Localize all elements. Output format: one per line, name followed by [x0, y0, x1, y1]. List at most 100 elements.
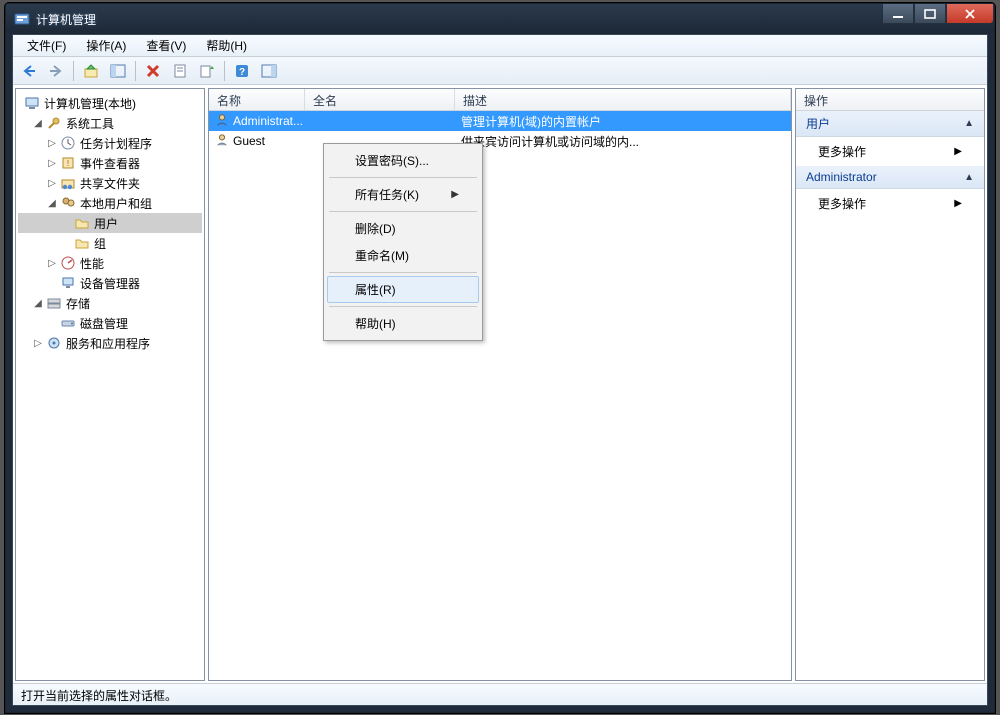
tree-label: 性能	[80, 255, 104, 272]
menu-view[interactable]: 查看(V)	[138, 35, 194, 56]
actions-group-admin[interactable]: Administrator ▲	[796, 166, 984, 189]
tree-label: 设备管理器	[80, 275, 140, 292]
show-hide-tree-button[interactable]	[106, 60, 130, 82]
up-button[interactable]	[79, 60, 103, 82]
tree-storage[interactable]: ◢ 存储	[18, 293, 202, 313]
expand-icon[interactable]: ▷	[32, 338, 44, 349]
ctx-properties[interactable]: 属性(R)	[327, 276, 479, 303]
tree-label: 任务计划程序	[80, 135, 152, 152]
tree-label: 存储	[66, 295, 90, 312]
tree-performance[interactable]: ▷ 性能	[18, 253, 202, 273]
tree-label: 本地用户和组	[80, 195, 152, 212]
disk-icon	[60, 315, 76, 331]
col-fullname[interactable]: 全名	[305, 89, 455, 110]
window-buttons	[882, 4, 994, 24]
user-icon	[215, 133, 229, 150]
cell-desc: 供来宾访问计算机或访问域的内...	[461, 133, 639, 150]
folder-icon	[74, 235, 90, 251]
folder-icon	[74, 215, 90, 231]
close-button[interactable]	[946, 4, 994, 24]
toolbar-sep	[224, 61, 225, 81]
list-area[interactable]: Administrat... 管理计算机(域)的内置帐户 Guest 供来宾访问…	[209, 111, 791, 680]
ctx-sep	[329, 177, 477, 178]
collapse-icon[interactable]: ◢	[46, 198, 58, 209]
list-header: 名称 全名 描述	[209, 89, 791, 111]
tree-users[interactable]: 用户	[18, 213, 202, 233]
ctx-label: 删除(D)	[355, 220, 396, 237]
actions-group-label: 用户	[806, 115, 830, 132]
menu-action[interactable]: 操作(A)	[78, 35, 134, 56]
ctx-help[interactable]: 帮助(H)	[327, 310, 479, 337]
tree-system-tools[interactable]: ◢ 系统工具	[18, 113, 202, 133]
computer-icon	[24, 95, 40, 111]
tree-local-users[interactable]: ◢ 本地用户和组	[18, 193, 202, 213]
ctx-delete[interactable]: 删除(D)	[327, 215, 479, 242]
performance-icon	[60, 255, 76, 271]
actions-group-users[interactable]: 用户 ▲	[796, 111, 984, 137]
app-window: 计算机管理 文件(F) 操作(A) 查看(V) 帮助(H) ?	[5, 3, 995, 713]
tree-services-apps[interactable]: ▷ 服务和应用程序	[18, 333, 202, 353]
tree-label: 磁盘管理	[80, 315, 128, 332]
nav-forward-button[interactable]	[44, 60, 68, 82]
nav-tree: 计算机管理(本地) ◢ 系统工具 ▷ 任务计划程序 ▷ !	[16, 89, 204, 357]
collapse-icon[interactable]: ◢	[32, 298, 44, 309]
help-button[interactable]: ?	[230, 60, 254, 82]
expand-icon[interactable]: ▷	[46, 158, 58, 169]
context-menu: 设置密码(S)... 所有任务(K) ▶ 删除(D) 重命名(M) 属性(R) …	[323, 143, 483, 341]
titlebar[interactable]: 计算机管理	[6, 4, 994, 34]
properties-button[interactable]	[168, 60, 192, 82]
actions-more-admin[interactable]: 更多操作 ▶	[796, 189, 984, 218]
tree-task-scheduler[interactable]: ▷ 任务计划程序	[18, 133, 202, 153]
expand-icon[interactable]: ▷	[46, 138, 58, 149]
toolbar-sep	[135, 61, 136, 81]
actions-panel: 操作 用户 ▲ 更多操作 ▶ Administrator ▲ 更多操作 ▶	[795, 88, 985, 681]
ctx-rename[interactable]: 重命名(M)	[327, 242, 479, 269]
ctx-sep	[329, 211, 477, 212]
menu-help[interactable]: 帮助(H)	[198, 35, 255, 56]
ctx-sep	[329, 272, 477, 273]
ctx-label: 重命名(M)	[355, 247, 409, 264]
tree-label: 系统工具	[66, 115, 114, 132]
menu-file[interactable]: 文件(F)	[19, 35, 74, 56]
list-row-administrator[interactable]: Administrat... 管理计算机(域)的内置帐户	[209, 111, 791, 131]
tree-groups[interactable]: 组	[18, 233, 202, 253]
tree-label: 组	[94, 235, 106, 252]
col-name[interactable]: 名称	[209, 89, 305, 110]
tree-event-viewer[interactable]: ▷ ! 事件查看器	[18, 153, 202, 173]
tree-root[interactable]: 计算机管理(本地)	[18, 93, 202, 113]
nav-back-button[interactable]	[17, 60, 41, 82]
menubar: 文件(F) 操作(A) 查看(V) 帮助(H)	[13, 35, 987, 57]
user-icon	[215, 113, 229, 130]
ctx-set-password[interactable]: 设置密码(S)...	[327, 147, 479, 174]
actions-more-users[interactable]: 更多操作 ▶	[796, 137, 984, 166]
expand-icon[interactable]: ▷	[46, 178, 58, 189]
window-title: 计算机管理	[36, 11, 96, 28]
tree-shared-folders[interactable]: ▷ 共享文件夹	[18, 173, 202, 193]
ctx-all-tasks[interactable]: 所有任务(K) ▶	[327, 181, 479, 208]
device-icon	[60, 275, 76, 291]
ctx-label: 帮助(H)	[355, 315, 396, 332]
submenu-icon: ▶	[451, 189, 459, 200]
delete-button[interactable]	[141, 60, 165, 82]
actions-group-label: Administrator	[806, 170, 877, 184]
tree-panel[interactable]: 计算机管理(本地) ◢ 系统工具 ▷ 任务计划程序 ▷ !	[15, 88, 205, 681]
ctx-sep	[329, 306, 477, 307]
tree-disk-mgmt[interactable]: 磁盘管理	[18, 313, 202, 333]
maximize-button[interactable]	[914, 4, 946, 24]
action-pane-button[interactable]	[257, 60, 281, 82]
expand-icon[interactable]: ▷	[46, 258, 58, 269]
shared-folder-icon	[60, 175, 76, 191]
list-row-guest[interactable]: Guest 供来宾访问计算机或访问域的内...	[209, 131, 791, 151]
tree-label: 计算机管理(本地)	[44, 95, 136, 112]
export-list-button[interactable]	[195, 60, 219, 82]
col-description[interactable]: 描述	[455, 89, 791, 110]
toolbar: ?	[13, 57, 987, 85]
tree-label: 用户	[94, 215, 118, 232]
client-area: 文件(F) 操作(A) 查看(V) 帮助(H) ?	[12, 34, 988, 706]
tree-device-manager[interactable]: 设备管理器	[18, 273, 202, 293]
minimize-button[interactable]	[882, 4, 914, 24]
event-icon: !	[60, 155, 76, 171]
tree-label: 事件查看器	[80, 155, 140, 172]
cell-name: Guest	[233, 134, 265, 148]
collapse-icon[interactable]: ◢	[32, 118, 44, 129]
